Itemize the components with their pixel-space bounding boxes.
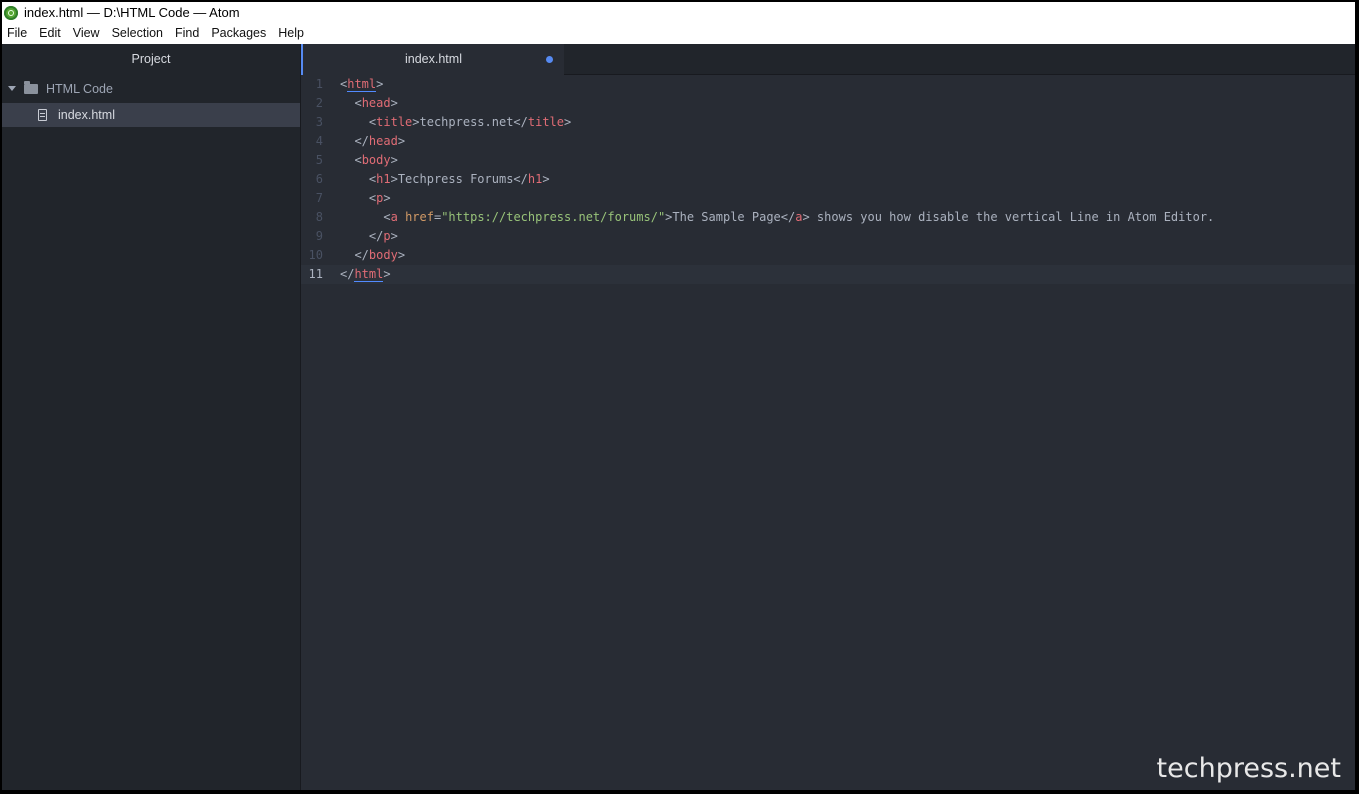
- code-line-text: <a href="https://techpress.net/forums/">…: [383, 210, 1215, 224]
- code-line-text: <html>: [340, 77, 384, 92]
- tab-bar: index.html: [301, 44, 1355, 75]
- line-number[interactable]: 2: [301, 94, 323, 113]
- line-number[interactable]: 1: [301, 75, 323, 94]
- project-panel-header[interactable]: Project: [2, 44, 300, 74]
- menu-selection[interactable]: Selection: [106, 23, 169, 44]
- line-number[interactable]: 10: [301, 246, 323, 265]
- code-line-text: <head>: [354, 96, 398, 110]
- code-line[interactable]: 5 <body>: [301, 151, 1355, 170]
- tree-folder-html-code[interactable]: HTML Code: [2, 74, 300, 103]
- modified-indicator-icon[interactable]: [546, 56, 553, 63]
- editor-pane[interactable]: index.html 1 <html> 2 <head> 3 <title>techp…: [301, 44, 1355, 790]
- line-number[interactable]: 6: [301, 170, 323, 189]
- code-line[interactable]: 10 </body>: [301, 246, 1355, 265]
- file-label: index.html: [58, 108, 115, 122]
- line-number[interactable]: 4: [301, 132, 323, 151]
- folder-label: HTML Code: [46, 81, 113, 96]
- atom-window: index.html — D:\HTML Code — Atom File Ed…: [2, 2, 1355, 790]
- code-line[interactable]: 6 <h1>Techpress Forums</h1>: [301, 170, 1355, 189]
- project-tree-panel: Project HTML Code index.html: [2, 44, 301, 790]
- code-line-text: <p>: [368, 191, 391, 205]
- code-line[interactable]: 1 <html>: [301, 75, 1355, 94]
- menu-file[interactable]: File: [2, 23, 33, 44]
- line-number[interactable]: 7: [301, 189, 323, 208]
- menu-packages[interactable]: Packages: [205, 23, 272, 44]
- line-number[interactable]: 8: [301, 208, 323, 227]
- folder-icon: [24, 80, 38, 94]
- code-line[interactable]: 2 <head>: [301, 94, 1355, 113]
- chevron-down-icon[interactable]: [8, 86, 16, 91]
- tree-file-index-html[interactable]: index.html: [2, 103, 300, 127]
- menu-edit[interactable]: Edit: [33, 23, 67, 44]
- line-number[interactable]: 5: [301, 151, 323, 170]
- menu-help[interactable]: Help: [272, 23, 310, 44]
- watermark: techpress.net: [1156, 753, 1341, 784]
- file-text-icon: [38, 109, 47, 121]
- line-number[interactable]: 11: [301, 265, 323, 284]
- code-line[interactable]: 8 <a href="https://techpress.net/forums/…: [301, 208, 1355, 227]
- code-line[interactable]: 4 </head>: [301, 132, 1355, 151]
- code-area[interactable]: 1 <html> 2 <head> 3 <title>techpress.net</t…: [301, 75, 1355, 284]
- tab-index-html[interactable]: index.html: [301, 44, 564, 75]
- tab-label: index.html: [405, 52, 462, 66]
- window-title: index.html — D:\HTML Code — Atom: [24, 5, 240, 20]
- code-line[interactable]: 9 </p>: [301, 227, 1355, 246]
- code-line-text: </head>: [354, 134, 406, 148]
- code-line-text: </p>: [368, 229, 398, 243]
- title-bar: index.html — D:\HTML Code — Atom: [2, 2, 1355, 23]
- menu-find[interactable]: Find: [169, 23, 205, 44]
- menu-view[interactable]: View: [67, 23, 106, 44]
- code-line-text: <h1>Techpress Forums</h1>: [368, 172, 550, 186]
- code-line-text: <body>: [354, 153, 398, 167]
- line-number[interactable]: 3: [301, 113, 323, 132]
- code-line-text: </html>: [340, 267, 391, 282]
- code-line[interactable]: 11 </html>: [301, 265, 1355, 284]
- atom-logo-icon: [4, 5, 18, 20]
- code-line-text: <title>techpress.net</title>: [368, 115, 572, 129]
- code-line[interactable]: 7 <p>: [301, 189, 1355, 208]
- line-number[interactable]: 9: [301, 227, 323, 246]
- menu-bar: File Edit View Selection Find Packages H…: [2, 23, 1355, 44]
- code-line[interactable]: 3 <title>techpress.net</title>: [301, 113, 1355, 132]
- code-line-text: </body>: [354, 248, 406, 262]
